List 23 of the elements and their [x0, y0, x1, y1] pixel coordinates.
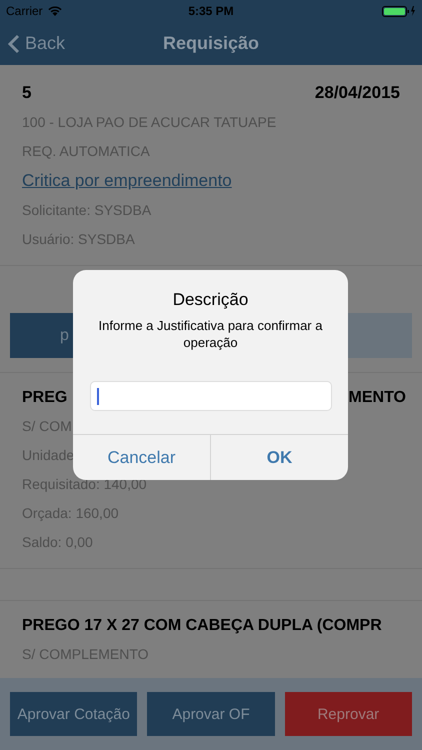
dialog-title: Descrição [172, 290, 248, 310]
screen-title: Requisição [162, 33, 260, 54]
chevron-left-icon [8, 34, 20, 54]
action-button[interactable]: Aprovar Cotação [10, 692, 138, 736]
request-number: 5 [22, 83, 32, 103]
back-button[interactable]: Back [0, 33, 74, 54]
dialog-message: Informe a Justificativa para confirmar a operação [98, 317, 324, 351]
carrier-name: Carrier [6, 4, 43, 18]
criticism-link[interactable]: Critica por empreendimento [22, 171, 400, 191]
action-button[interactable]: Aprovar OF [147, 692, 275, 736]
input-field[interactable] [90, 381, 332, 411]
item-title: MENTO [348, 389, 406, 407]
action-button[interactable]: Reprovar [284, 692, 412, 736]
wifi-icon [46, 5, 63, 17]
back-label: Back [25, 33, 66, 54]
text-cursor [96, 388, 98, 404]
dialog-button[interactable]: Cancelar [73, 435, 210, 480]
status-time: 5:35 PM [188, 4, 234, 18]
request-date: 28/04/2015 [314, 83, 400, 103]
item-title: PREGO 17 X 27 COM CABEÇA DUPLA (COMPR [22, 617, 382, 635]
dialog-button[interactable]: OK [210, 435, 348, 480]
battery-icon [382, 5, 416, 17]
item-title: PREG [22, 389, 68, 407]
